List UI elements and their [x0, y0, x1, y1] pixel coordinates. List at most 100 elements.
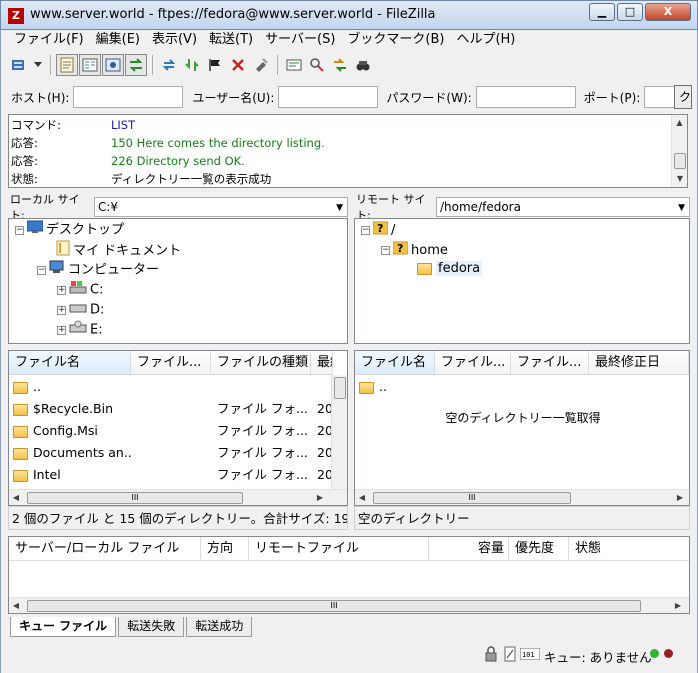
scroll-right-arrow-icon[interactable]: ▶	[673, 601, 683, 610]
log-scroll-thumb[interactable]	[674, 153, 686, 169]
chevron-down-icon[interactable]: ▼	[336, 199, 343, 217]
chevron-down-icon[interactable]: ▼	[678, 199, 685, 217]
log-text: LIST	[111, 118, 136, 132]
tree-item-my-documents[interactable]: マイ ドキュメント	[53, 240, 181, 259]
menu-file[interactable]: ファイル(F)	[8, 30, 90, 50]
local-list-hscrollbar[interactable]: ◀ III ▶	[9, 489, 347, 505]
binary-mode-icon[interactable]: 101	[519, 647, 541, 663]
toolbar	[8, 52, 374, 78]
menu-server[interactable]: サーバー(S)	[259, 30, 341, 50]
menu-transfer[interactable]: 転送(T)	[203, 30, 259, 50]
collapse-icon[interactable]: −	[361, 226, 370, 235]
expand-icon[interactable]: +	[57, 325, 66, 335]
tree-item-drive-d[interactable]: + D:	[57, 300, 104, 318]
scroll-thumb[interactable]	[334, 377, 346, 399]
tree-item-fedora[interactable]: fedora	[417, 260, 483, 278]
site-manager-icon[interactable]	[8, 54, 30, 76]
list-item[interactable]: ..	[13, 376, 331, 398]
tree-item-home[interactable]: −? home	[381, 240, 448, 258]
reconnect-icon[interactable]	[250, 54, 272, 76]
column-header-filesize[interactable]: ファイル...	[435, 351, 511, 375]
tab-successful-transfers[interactable]: 転送成功	[186, 617, 253, 637]
find-files-icon[interactable]	[352, 54, 374, 76]
collapse-icon[interactable]: −	[381, 246, 390, 255]
documents-icon	[56, 240, 70, 262]
message-log: コマンド: LIST 応答: 150 Here comes the director…	[8, 114, 688, 188]
column-header-filename[interactable]: ファイル名	[355, 351, 435, 375]
toggle-local-tree-icon[interactable]	[79, 54, 101, 76]
list-item[interactable]: $Recycle.Binファイル フォ...20	[13, 398, 331, 420]
queue-column-remote-file[interactable]: リモートファイル	[249, 537, 429, 561]
scroll-left-arrow-icon[interactable]: ◀	[11, 493, 21, 502]
scroll-thumb[interactable]: III	[373, 492, 571, 504]
list-item[interactable]: Intelファイル フォ...20	[13, 464, 331, 486]
remote-list-hscrollbar[interactable]: ◀ III ▶	[355, 489, 689, 505]
local-list-vscrollbar[interactable]	[331, 375, 347, 489]
column-header-filename[interactable]: ファイル名	[9, 351, 131, 375]
tab-queued-files[interactable]: キュー ファイル	[10, 617, 117, 637]
username-input[interactable]	[278, 86, 379, 108]
list-item[interactable]: Documents an...ファイル フォ...20	[13, 442, 331, 464]
queue-column-local-file[interactable]: サーバー/ローカル ファイル	[9, 537, 201, 561]
tree-item-root[interactable]: −? /	[361, 220, 395, 238]
list-item[interactable]: ..	[359, 376, 679, 398]
remote-path-combo[interactable]: /home/fedora ▼	[436, 197, 690, 217]
tree-item-desktop[interactable]: − デスクトップ	[15, 220, 124, 238]
queue-column-status[interactable]: 状態	[569, 537, 689, 561]
log-text: ディレクトリー一覧の表示成功	[111, 172, 272, 186]
list-item[interactable]: Config.Msiファイル フォ...20	[13, 420, 331, 442]
maximize-button[interactable]: □	[617, 3, 643, 21]
process-queue-icon[interactable]	[181, 54, 203, 76]
scroll-thumb[interactable]: III	[27, 492, 243, 504]
column-header-modified[interactable]: 最終	[311, 351, 333, 375]
menu-edit[interactable]: 編集(E)	[90, 30, 146, 50]
cancel-icon[interactable]	[204, 54, 226, 76]
column-header-filetype[interactable]: ファイル...	[511, 351, 589, 375]
scroll-down-arrow-icon[interactable]: ▼	[672, 171, 688, 187]
column-header-filesize[interactable]: ファイル...	[131, 351, 211, 375]
queue-column-priority[interactable]: 優先度	[509, 537, 569, 561]
scroll-left-arrow-icon[interactable]: ◀	[357, 493, 367, 502]
quickconnect-button[interactable]: ク	[674, 85, 692, 109]
minimize-button[interactable]: ▁	[589, 3, 615, 21]
folder-icon	[13, 469, 28, 482]
queue-column-size[interactable]: 容量	[429, 537, 509, 561]
tab-failed-transfers[interactable]: 転送失敗	[118, 617, 185, 637]
toggle-log-icon[interactable]	[56, 54, 78, 76]
column-header-modified[interactable]: 最終修正日	[589, 351, 689, 375]
scroll-thumb[interactable]: III	[27, 600, 641, 612]
log-scrollbar[interactable]: ▲ ▼	[671, 115, 687, 187]
menu-view[interactable]: 表示(V)	[146, 30, 203, 50]
tree-item-drive-e[interactable]: + E:	[57, 320, 103, 338]
password-input[interactable]	[475, 86, 576, 108]
menu-help[interactable]: ヘルプ(H)	[450, 30, 521, 50]
scroll-up-arrow-icon[interactable]: ▲	[672, 115, 687, 131]
tree-item-computer[interactable]: − コンピューター	[37, 260, 159, 278]
search-remote-icon[interactable]	[306, 54, 328, 76]
local-path-combo[interactable]: C:¥ ▼	[94, 197, 348, 217]
sync-browse-icon[interactable]	[329, 54, 351, 76]
dropdown-arrow-icon[interactable]	[31, 54, 45, 76]
queue-hscrollbar[interactable]: ◀ III ▶	[9, 597, 689, 613]
menu-bookmarks[interactable]: ブックマーク(B)	[341, 30, 450, 50]
scroll-right-arrow-icon[interactable]: ▶	[315, 493, 325, 502]
folder-icon	[13, 403, 28, 416]
column-header-filetype[interactable]: ファイルの種類	[211, 351, 311, 375]
expand-icon[interactable]: +	[57, 285, 66, 295]
collapse-icon[interactable]: −	[37, 265, 46, 275]
queue-tabs: キュー ファイル 転送失敗 転送成功	[10, 617, 254, 637]
close-button[interactable]: X	[645, 3, 691, 21]
disconnect-icon[interactable]	[227, 54, 249, 76]
scroll-left-arrow-icon[interactable]: ◀	[11, 601, 21, 610]
queue-column-direction[interactable]: 方向	[201, 537, 249, 561]
toggle-remote-tree-icon[interactable]	[102, 54, 124, 76]
directory-listing-filter-icon[interactable]	[283, 54, 305, 76]
expand-icon[interactable]: +	[57, 305, 66, 315]
toggle-queue-icon[interactable]	[125, 54, 147, 76]
host-input[interactable]	[73, 86, 184, 108]
refresh-icon[interactable]	[158, 54, 180, 76]
scroll-right-arrow-icon[interactable]: ▶	[675, 493, 685, 502]
tree-item-drive-c[interactable]: + C:	[57, 280, 103, 298]
filter-icon[interactable]	[504, 646, 516, 665]
collapse-icon[interactable]: −	[15, 225, 24, 235]
